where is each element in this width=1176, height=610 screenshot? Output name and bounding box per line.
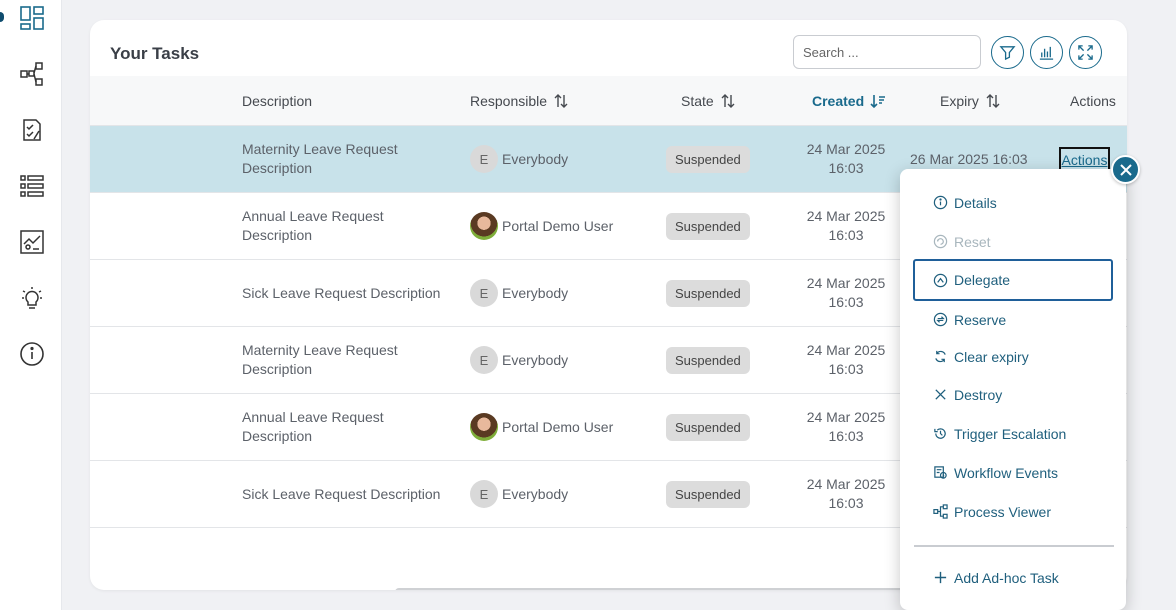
responsible-name: Portal Demo User: [502, 418, 614, 435]
menu-item-clear-expiry[interactable]: Clear expiry: [913, 338, 1113, 375]
reset-icon: [933, 234, 948, 249]
status-badge: Suspended: [666, 212, 750, 240]
avatar: E: [470, 346, 498, 374]
created-date: 24 Mar 2025: [806, 342, 886, 358]
status-badge: Suspended: [666, 413, 750, 441]
filter-button[interactable]: [991, 36, 1024, 69]
expand-icon: [1078, 45, 1093, 60]
task-description: Annual Leave Request: [242, 409, 384, 425]
chart-icon: [1039, 46, 1054, 60]
sort-descending-icon: [870, 95, 886, 109]
close-menu-button[interactable]: [1111, 155, 1140, 184]
expand-button[interactable]: [1069, 36, 1102, 69]
status-badge: Suspended: [666, 480, 750, 508]
task-description: Sick Leave Request Description: [242, 485, 441, 502]
sort-icon: [554, 94, 568, 108]
responsible-name: Everybody: [502, 485, 569, 502]
menu-item-destroy[interactable]: Destroy: [913, 376, 1113, 413]
menu-item-workflow-events[interactable]: Workflow Events: [913, 454, 1113, 491]
created-date: 24 Mar 2025: [806, 208, 886, 224]
x-icon: [935, 389, 946, 400]
process-tree-icon[interactable]: [19, 61, 45, 87]
avatar: E: [470, 279, 498, 307]
chart-button[interactable]: [1030, 36, 1063, 69]
created-date: 24 Mar 2025: [806, 275, 886, 291]
workflow-events-icon: [934, 466, 947, 479]
avatar: E: [470, 145, 498, 173]
header-state[interactable]: State: [681, 76, 736, 126]
reserve-icon: [933, 312, 948, 327]
responsible-name: Everybody: [502, 351, 569, 368]
list-icon[interactable]: [19, 173, 45, 199]
sidebar: [0, 0, 62, 610]
menu-item-reserve[interactable]: Reserve: [913, 301, 1113, 338]
menu-divider: [914, 545, 1114, 547]
actions-menu: Details Reset Delegate Reserve Clear exp…: [900, 169, 1126, 610]
refresh-icon: [935, 350, 946, 363]
created-date: 24 Mar 2025: [806, 409, 886, 425]
responsible-name: Everybody: [502, 284, 569, 301]
task-description: Sick Leave Request Description: [242, 284, 441, 301]
menu-item-process-viewer[interactable]: Process Viewer: [913, 493, 1113, 530]
menu-item-delegate[interactable]: Delegate: [913, 259, 1113, 301]
task-description: Annual Leave Request: [242, 208, 384, 224]
sort-icon: [721, 94, 735, 108]
created-date: 24 Mar 2025: [806, 141, 886, 157]
status-badge: Suspended: [666, 145, 750, 173]
process-viewer-icon: [933, 504, 948, 519]
status-badge: Suspended: [666, 346, 750, 374]
task-description: Maternity Leave Request: [242, 342, 398, 358]
header-created[interactable]: Created: [812, 76, 886, 126]
task-description: Maternity Leave Request: [242, 141, 398, 157]
filter-icon: [999, 46, 1016, 61]
header-description[interactable]: Description: [242, 76, 312, 126]
avatar: [470, 212, 498, 240]
avatar: E: [470, 480, 498, 508]
responsible-name: Portal Demo User: [502, 217, 614, 234]
active-nav-marker: [0, 12, 4, 22]
sort-icon: [986, 94, 1000, 108]
page-title: Your Tasks: [110, 44, 200, 63]
history-icon: [934, 428, 946, 439]
delegate-icon: [933, 273, 948, 287]
menu-item-reset: Reset: [913, 223, 1113, 260]
report-icon[interactable]: [19, 229, 45, 255]
info-circle-icon: [933, 195, 948, 210]
dashboard-icon[interactable]: [19, 5, 45, 31]
avatar: [470, 413, 498, 441]
status-badge: Suspended: [666, 279, 750, 307]
task-list-icon[interactable]: [19, 117, 45, 143]
idea-icon[interactable]: [19, 285, 45, 311]
header-actions: Actions: [1070, 93, 1116, 109]
menu-item-add-adhoc-task[interactable]: Add Ad-hoc Task: [913, 559, 1113, 596]
close-icon: [1119, 163, 1132, 176]
table-header: Description Responsible State Created Ex…: [90, 76, 1127, 126]
info-icon[interactable]: [19, 341, 45, 367]
responsible-name: Everybody: [502, 150, 569, 167]
menu-item-details[interactable]: Details: [913, 184, 1113, 221]
header-responsible[interactable]: Responsible: [470, 76, 569, 126]
plus-icon: [934, 571, 947, 584]
search-input[interactable]: [793, 35, 981, 69]
created-date: 24 Mar 2025: [806, 476, 886, 492]
menu-item-trigger-escalation[interactable]: Trigger Escalation: [913, 415, 1113, 452]
header-expiry[interactable]: Expiry: [940, 76, 1001, 126]
